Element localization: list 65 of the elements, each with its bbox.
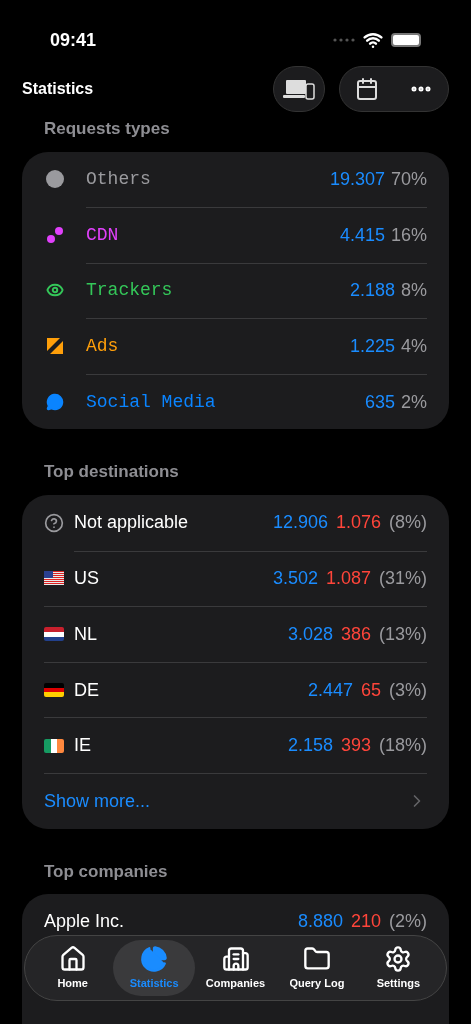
category-label: Ads xyxy=(86,335,120,359)
percent-value: (18%) xyxy=(379,734,427,758)
total-count: 2.447 xyxy=(307,678,353,702)
percent-value: 16% xyxy=(390,223,427,247)
folder-icon xyxy=(302,944,331,973)
blocked-count: 386 xyxy=(340,622,371,646)
total-count: 2.158 xyxy=(287,734,333,758)
wifi-icon xyxy=(363,30,383,50)
percent-value: 4% xyxy=(401,335,427,359)
battery-icon xyxy=(391,33,421,47)
total-count: 3.502 xyxy=(272,567,318,591)
tab-item[interactable]: Query Log xyxy=(276,940,358,996)
devices-button[interactable] xyxy=(273,66,325,112)
flag-icon xyxy=(44,683,64,698)
destination-label: NL xyxy=(74,622,98,646)
section-title: Top companies xyxy=(43,860,169,883)
signal-icon xyxy=(333,38,355,42)
tab-item[interactable]: Companies xyxy=(194,940,277,996)
category-label: Trackers xyxy=(86,279,174,303)
percent-value: 70% xyxy=(390,167,427,191)
total-count: 3.028 xyxy=(287,622,333,646)
show-more-link[interactable]: Show more... xyxy=(44,772,427,829)
request-count: 4.415 xyxy=(339,223,385,247)
status-time: 09:41 xyxy=(50,28,97,52)
percent-value: 8% xyxy=(401,279,427,303)
category-label: Others xyxy=(86,167,152,191)
tab-item[interactable]: Home xyxy=(32,940,114,996)
category-label: CDN xyxy=(86,223,120,247)
request-count: 2.188 xyxy=(349,279,395,303)
house-icon xyxy=(58,944,87,973)
blocked-count: 65 xyxy=(360,678,381,702)
blocked-count: 210 xyxy=(350,910,381,934)
pie-chart-icon xyxy=(140,944,169,973)
blocked-count: 1.087 xyxy=(325,567,371,591)
gear-icon xyxy=(384,944,413,973)
percent-value: (2%) xyxy=(389,910,427,934)
section-title: Top destinations xyxy=(43,461,180,484)
question-icon xyxy=(44,512,64,533)
blocked-count: 393 xyxy=(340,734,371,758)
request-count: 19.307 xyxy=(329,167,385,191)
flag-icon xyxy=(44,738,64,753)
percent-value: 2% xyxy=(401,390,427,414)
destination-label: Not applicable xyxy=(74,511,190,535)
category-label: Social Media xyxy=(86,390,217,414)
flag-icon xyxy=(44,627,64,642)
flag-icon xyxy=(44,571,64,586)
total-count: 12.906 xyxy=(272,511,328,535)
calendar-button[interactable] xyxy=(355,77,379,101)
company-label: Apple Inc. xyxy=(44,910,126,934)
total-count: 8.880 xyxy=(297,910,343,934)
percent-value: (8%) xyxy=(389,511,427,535)
laptop-phone-icon xyxy=(283,78,315,100)
destination-label: US xyxy=(74,567,100,591)
tab-item[interactable]: Settings xyxy=(357,940,440,996)
page-title: Statistics xyxy=(22,79,94,99)
section-title: Requests types xyxy=(43,118,171,140)
destination-label: IE xyxy=(74,734,92,758)
percent-value: (13%) xyxy=(379,622,427,646)
building-icon xyxy=(221,944,250,973)
destination-label: DE xyxy=(74,678,100,702)
request-count: 635 xyxy=(364,390,395,414)
blocked-count: 1.076 xyxy=(335,511,381,535)
percent-value: (31%) xyxy=(379,567,427,591)
request-count: 1.225 xyxy=(349,335,395,359)
percent-value: (3%) xyxy=(389,678,427,702)
